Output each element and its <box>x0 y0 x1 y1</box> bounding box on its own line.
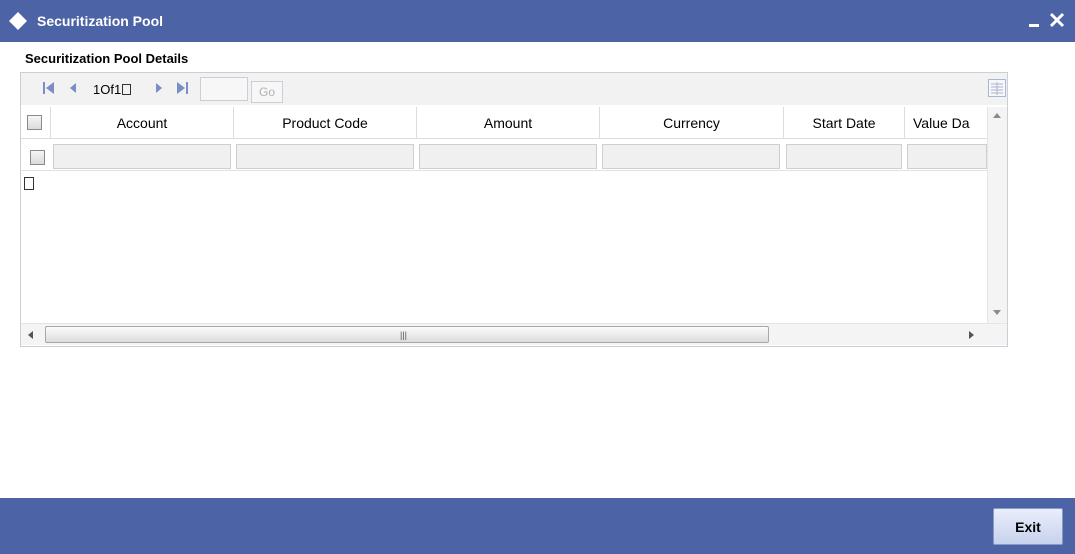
last-page-icon[interactable] <box>175 80 189 96</box>
previous-page-icon[interactable] <box>66 80 80 96</box>
column-header-value-date[interactable]: Value Da <box>905 107 987 139</box>
minimize-icon[interactable] <box>1026 10 1042 30</box>
row-placeholder-box <box>24 177 34 190</box>
horizontal-scroll-thumb[interactable]: ||| <box>45 326 769 343</box>
page-number-input[interactable] <box>200 77 248 101</box>
column-header-amount[interactable]: Amount <box>417 107 600 139</box>
currency-field[interactable] <box>602 144 780 169</box>
column-header-start-date[interactable]: Start Date <box>784 107 905 139</box>
window-title: Securitization Pool <box>37 13 164 29</box>
securitization-pool-grid: 1Of1 Go Account Product Code Amount Curr… <box>20 72 1008 347</box>
scroll-right-arrow-icon[interactable] <box>969 331 974 339</box>
header-select-cell <box>21 107 51 139</box>
exit-button[interactable]: Exit <box>993 508 1063 545</box>
scroll-grip-icon: ||| <box>400 330 408 340</box>
first-page-icon[interactable] <box>42 80 56 96</box>
title-bar: Securitization Pool <box>0 0 1075 42</box>
data-table: Account Product Code Amount Currency Sta… <box>21 107 987 323</box>
vertical-scrollbar[interactable] <box>987 107 1007 323</box>
diamond-logo-icon <box>9 12 27 30</box>
section-title: Securitization Pool Details <box>25 51 189 66</box>
product-code-field[interactable] <box>236 144 414 169</box>
horizontal-scrollbar[interactable]: ||| <box>21 323 1007 345</box>
value-date-field[interactable] <box>907 144 987 169</box>
page-indicator: 1Of1 <box>93 82 132 97</box>
start-date-field[interactable] <box>786 144 902 169</box>
table-row <box>21 143 987 171</box>
account-field[interactable] <box>53 144 231 169</box>
scroll-up-arrow-icon[interactable] <box>993 113 1001 118</box>
column-settings-icon[interactable] <box>987 78 1007 98</box>
column-header-product-code[interactable]: Product Code <box>234 107 417 139</box>
go-button[interactable]: Go <box>251 81 283 103</box>
row-select-checkbox[interactable] <box>30 150 45 165</box>
next-page-icon[interactable] <box>152 80 166 96</box>
column-header-currency[interactable]: Currency <box>600 107 784 139</box>
select-all-checkbox[interactable] <box>27 115 42 130</box>
scroll-down-arrow-icon[interactable] <box>993 310 1001 315</box>
scroll-left-arrow-icon[interactable] <box>28 331 33 339</box>
page-indicator-box <box>122 84 132 95</box>
column-header-account[interactable]: Account <box>51 107 234 139</box>
table-header: Account Product Code Amount Currency Sta… <box>21 107 987 139</box>
close-icon[interactable] <box>1046 9 1068 31</box>
footer-bar <box>0 498 1075 554</box>
pager-toolbar: 1Of1 Go <box>21 73 1007 105</box>
page-indicator-text: 1Of1 <box>93 82 122 97</box>
amount-field[interactable] <box>419 144 597 169</box>
